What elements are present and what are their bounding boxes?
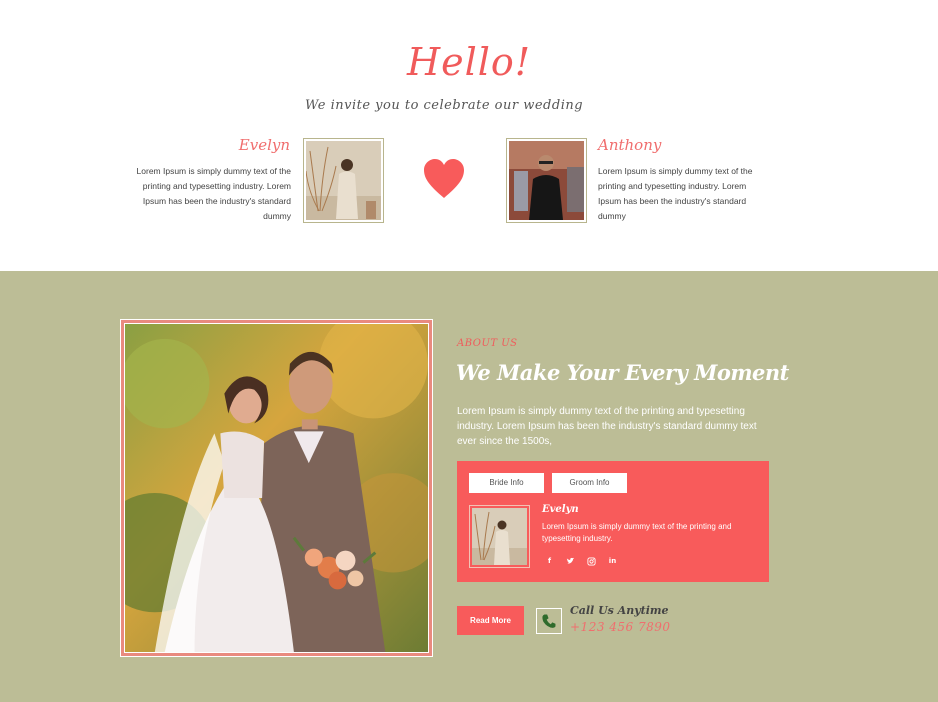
groom-photo <box>506 138 587 223</box>
info-tabs-panel: Bride Info Groom Info Evelyn Lorem Ipsum… <box>457 461 769 582</box>
phone-icon[interactable] <box>536 608 562 634</box>
info-bride-photo <box>469 505 530 568</box>
facebook-icon[interactable]: f <box>545 557 554 566</box>
groom-description: Lorem Ipsum is simply dummy text of the … <box>598 166 753 221</box>
call-us-label: Call Us Anytime <box>570 604 669 617</box>
bride-photo <box>303 138 384 223</box>
couple-photo <box>120 319 433 657</box>
invite-subheading: We invite you to celebrate our wedding <box>304 98 584 113</box>
instagram-icon[interactable] <box>587 557 596 566</box>
info-person-description: Lorem Ipsum is simply dummy text of the … <box>542 522 732 543</box>
groom-name: Anthony <box>598 136 662 154</box>
heart-icon <box>424 159 464 198</box>
linkedin-icon[interactable]: in <box>608 557 617 566</box>
phone-number[interactable]: +123 456 7890 <box>570 620 671 634</box>
read-more-button[interactable]: Read More <box>457 606 524 635</box>
tab-groom-info[interactable]: Groom Info <box>552 473 627 493</box>
social-links: f in <box>545 557 617 566</box>
info-person-name: Evelyn <box>542 504 579 515</box>
invitation-section: Hello! We invite you to celebrate our we… <box>0 0 938 271</box>
about-title: We Make Your Every Moment <box>456 360 789 385</box>
twitter-icon[interactable] <box>566 557 575 566</box>
tab-bride-info[interactable]: Bride Info <box>469 473 544 493</box>
about-kicker: ABOUT US <box>457 338 518 349</box>
about-description: Lorem Ipsum is simply dummy text of the … <box>457 406 757 447</box>
hello-heading: Hello! <box>406 40 532 84</box>
bride-name: Evelyn <box>238 136 290 154</box>
bride-description: Lorem Ipsum is simply dummy text of the … <box>136 166 291 221</box>
